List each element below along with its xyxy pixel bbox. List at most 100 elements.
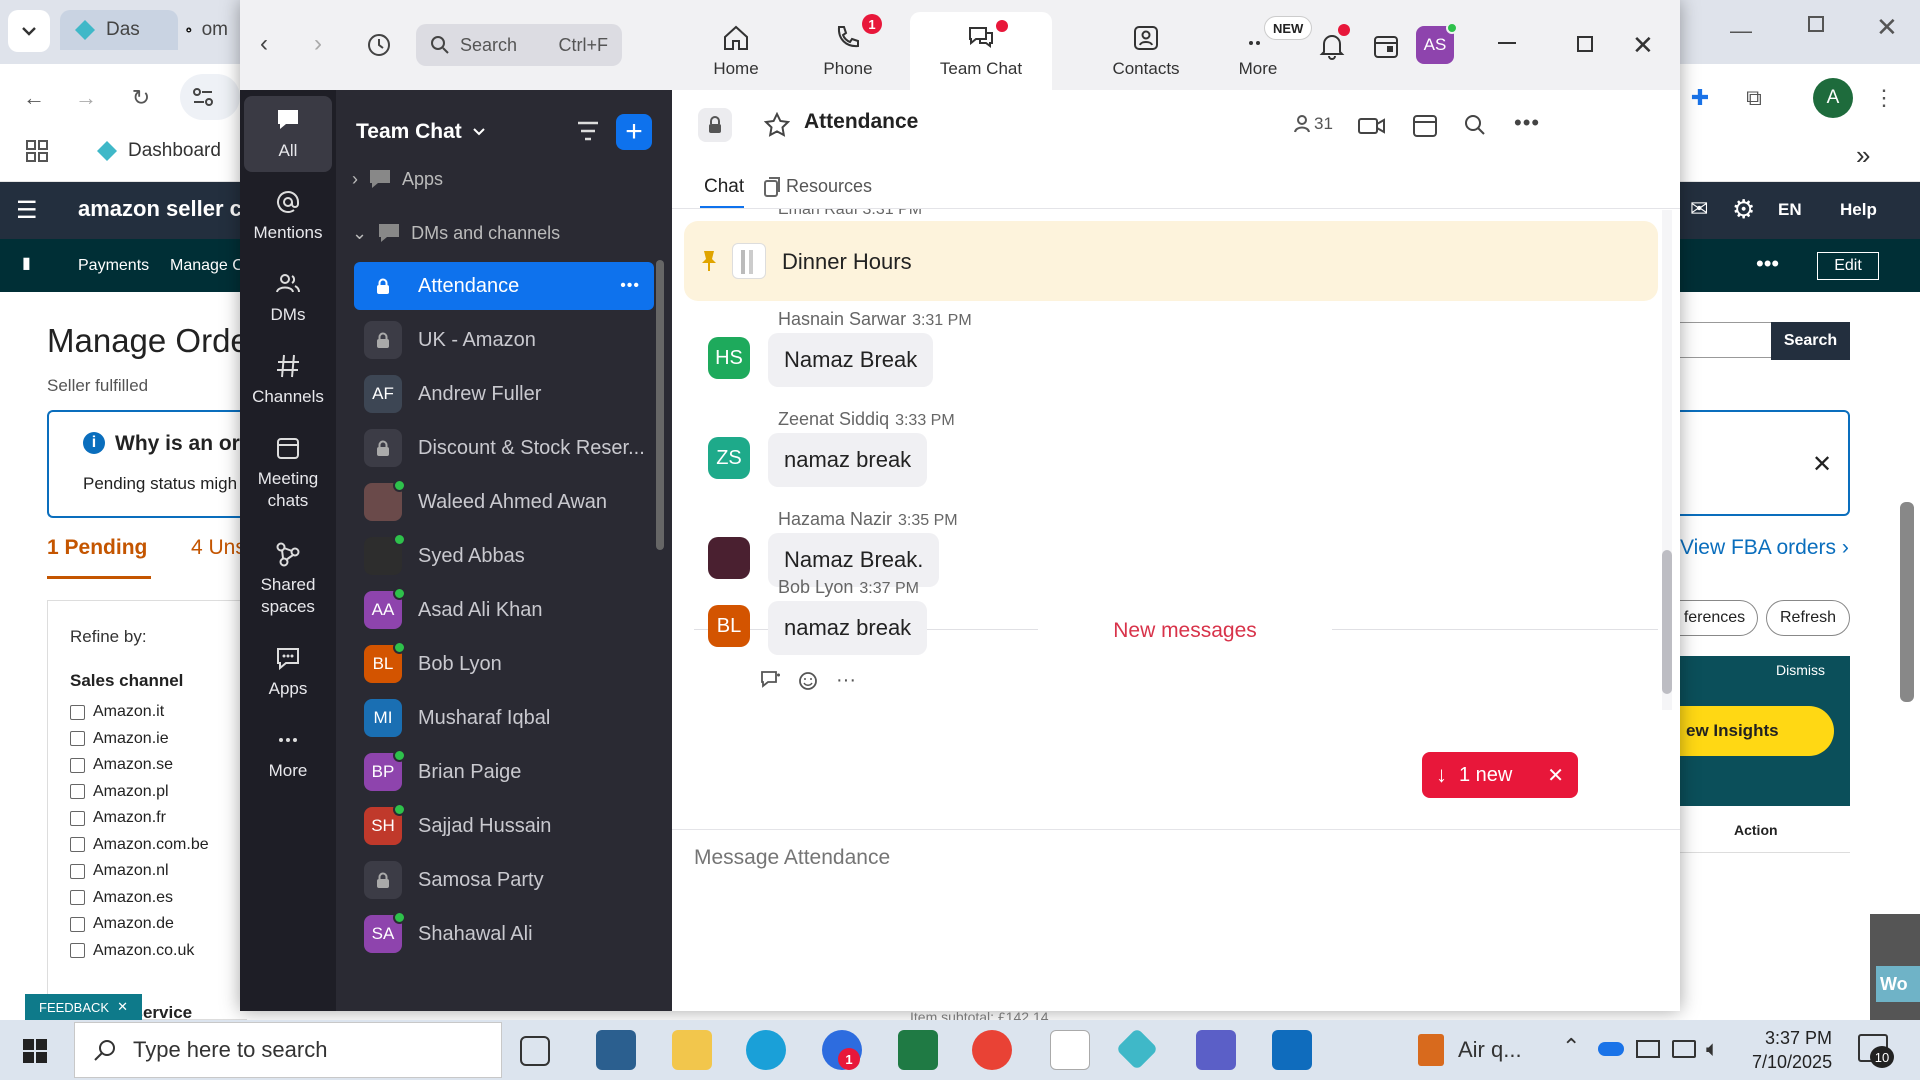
- task-view-icon[interactable]: [520, 1036, 550, 1066]
- address-bar[interactable]: [180, 74, 240, 120]
- message-avatar[interactable]: ZS: [708, 437, 750, 479]
- list-scrollbar[interactable]: [656, 260, 664, 550]
- checkbox[interactable]: [70, 731, 85, 746]
- maximize-icon[interactable]: [1577, 36, 1593, 52]
- restore-icon[interactable]: [1808, 16, 1824, 32]
- calculator-app-icon[interactable]: [596, 1030, 636, 1070]
- checkbox[interactable]: [70, 943, 85, 958]
- tab-chat[interactable]: Chat: [704, 176, 744, 198]
- outlook-app-icon[interactable]: [1272, 1030, 1312, 1070]
- team-chat-title[interactable]: Team Chat: [356, 120, 486, 144]
- sales-channel-option[interactable]: Amazon.it: [70, 703, 164, 721]
- member-count[interactable]: 31: [1294, 114, 1333, 134]
- chat-item[interactable]: SA Shahawal Ali: [354, 910, 654, 958]
- windows-start-icon[interactable]: [22, 1038, 48, 1064]
- star-icon[interactable]: [764, 112, 790, 138]
- section-apps[interactable]: › Apps: [352, 168, 443, 190]
- reply-icon[interactable]: [760, 669, 782, 691]
- search-button[interactable]: Search: [1771, 322, 1850, 360]
- zoom-search-input[interactable]: Search Ctrl+F: [416, 24, 622, 66]
- tab-pending[interactable]: 1 Pending: [47, 536, 147, 560]
- browser-tab-dashboard[interactable]: Das: [60, 10, 178, 50]
- message-avatar[interactable]: [708, 537, 750, 579]
- forward-chevron-icon[interactable]: ›: [314, 30, 322, 58]
- chat-item[interactable]: Discount & Stock Reser...: [354, 424, 654, 472]
- chat-item[interactable]: UK - Amazon: [354, 316, 654, 364]
- message-bubble[interactable]: namaz break: [768, 433, 928, 487]
- file-explorer-icon[interactable]: [672, 1030, 712, 1070]
- chat-item[interactable]: MI Musharaf Iqbal: [354, 694, 654, 742]
- tab-unshipped[interactable]: 4 Uns: [191, 536, 246, 560]
- bookmark-icon[interactable]: ▮: [22, 253, 31, 273]
- feedback-button[interactable]: FEEDBACK ✕: [25, 994, 142, 1020]
- app-diamond-icon[interactable]: [1115, 1027, 1159, 1071]
- gear-icon[interactable]: ⚙: [1732, 194, 1755, 225]
- calendar-icon[interactable]: [1372, 32, 1400, 60]
- sales-channel-option[interactable]: Amazon.pl: [70, 783, 169, 801]
- onedrive-icon[interactable]: [1598, 1042, 1624, 1056]
- message-avatar[interactable]: BL: [708, 605, 750, 647]
- rail-apps[interactable]: Apps: [244, 644, 332, 700]
- battery-icon[interactable]: [1636, 1040, 1660, 1058]
- checkbox[interactable]: [70, 890, 85, 905]
- tab-phone[interactable]: Phone 1: [778, 12, 918, 90]
- speaker-icon[interactable]: 🔈︎: [1706, 1036, 1719, 1062]
- sales-channel-option[interactable]: Amazon.ie: [70, 730, 169, 748]
- reload-icon[interactable]: ↻: [121, 78, 161, 118]
- sales-channel-option[interactable]: Amazon.de: [70, 915, 174, 933]
- apps-grid-icon[interactable]: [26, 140, 48, 162]
- amazon-logo[interactable]: amazon seller centr: [78, 196, 240, 222]
- forward-arrow-icon[interactable]: →: [66, 78, 106, 118]
- notepad-app-icon[interactable]: [1050, 1030, 1090, 1070]
- calendar-icon[interactable]: [1412, 112, 1438, 138]
- sender-name[interactable]: Zeenat Siddiq: [778, 409, 889, 429]
- emoji-reaction-icon[interactable]: [798, 669, 820, 691]
- bookmark-dashboard[interactable]: Dashboard: [96, 140, 221, 162]
- search-icon[interactable]: [1464, 114, 1486, 136]
- side-tab[interactable]: Wo: [1876, 966, 1920, 1002]
- chrome-browser-icon[interactable]: [972, 1030, 1012, 1070]
- tab-team-chat[interactable]: Team Chat: [910, 12, 1052, 90]
- rail-shared-spaces[interactable]: Shared spaces: [244, 540, 332, 618]
- edit-button[interactable]: Edit: [1817, 252, 1879, 280]
- sender-name[interactable]: Hasnain Sarwar: [778, 309, 906, 329]
- tab-resources[interactable]: Resources: [764, 176, 872, 197]
- rail-dms[interactable]: DMs: [244, 270, 332, 326]
- message-bubble[interactable]: Namaz Break: [768, 333, 934, 387]
- nav-manage[interactable]: Manage C: [170, 257, 244, 275]
- chat-item-selected[interactable]: Attendance •••: [354, 262, 654, 310]
- rail-more[interactable]: More: [244, 726, 332, 782]
- section-dms-channels[interactable]: ⌄ DMs and channels: [352, 222, 560, 244]
- chat-item[interactable]: Syed Abbas: [354, 532, 654, 580]
- kebab-menu-icon[interactable]: ⋮: [1864, 78, 1904, 118]
- chat-item[interactable]: BP Brian Paige: [354, 748, 654, 796]
- bell-icon[interactable]: [1318, 32, 1346, 60]
- chat-item[interactable]: AA Asad Ali Khan: [354, 586, 654, 634]
- minimize-icon[interactable]: [1498, 42, 1516, 44]
- order-search-input[interactable]: [1680, 322, 1772, 358]
- more-options-icon[interactable]: •••: [1514, 110, 1540, 136]
- weather-widget[interactable]: Air q...: [1418, 1034, 1522, 1066]
- more-icon[interactable]: ···: [836, 669, 856, 692]
- back-chevron-icon[interactable]: ‹: [260, 30, 268, 58]
- checkbox[interactable]: [70, 916, 85, 932]
- close-icon[interactable]: ✕: [1812, 450, 1832, 479]
- new-message-pill[interactable]: ↓ 1 new ✕: [1422, 752, 1578, 798]
- notification-center-icon[interactable]: 10: [1858, 1034, 1894, 1068]
- new-chat-button[interactable]: +: [616, 114, 652, 150]
- message-input[interactable]: [694, 838, 1654, 878]
- pinned-message[interactable]: Dinner Hours: [684, 221, 1658, 301]
- nav-payments[interactable]: Payments: [78, 257, 149, 275]
- hamburger-menu-icon[interactable]: ☰: [16, 196, 38, 225]
- sales-channel-option[interactable]: Amazon.nl: [70, 862, 169, 880]
- system-clock[interactable]: 3:37 PM 7/10/2025: [1752, 1026, 1832, 1074]
- close-icon[interactable]: ✕: [1876, 12, 1898, 43]
- chat-item[interactable]: BL Bob Lyon: [354, 640, 654, 688]
- rail-all[interactable]: All: [244, 96, 332, 172]
- checkbox[interactable]: [70, 704, 85, 720]
- chat-scrollbar[interactable]: [1662, 550, 1672, 694]
- sender-name[interactable]: Hazama Nazir: [778, 509, 892, 529]
- checkbox[interactable]: [70, 837, 85, 852]
- puzzle-icon[interactable]: ⧉: [1734, 78, 1774, 118]
- extension-zoom-icon[interactable]: ✚: [1680, 78, 1720, 118]
